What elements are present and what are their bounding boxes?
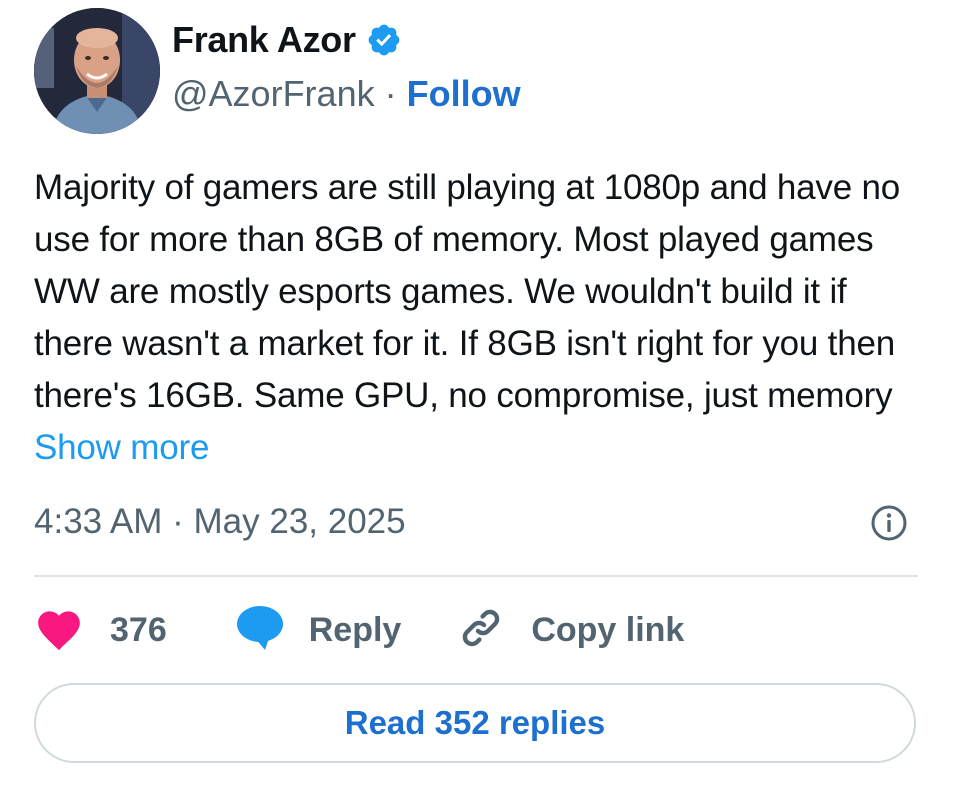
tweet-timestamp[interactable]: 4:33 AM · May 23, 2025	[34, 498, 406, 546]
like-count: 376	[110, 610, 167, 649]
avatar[interactable]	[34, 8, 160, 134]
author-display-name[interactable]: Frank Azor	[172, 19, 356, 61]
handle-separator: ·	[384, 73, 397, 114]
copy-link-button[interactable]: Copy link	[457, 604, 684, 657]
tweet-actions: 376 Reply Copy link	[34, 600, 684, 660]
tweet-body: Majority of gamers are still playing at …	[34, 168, 901, 415]
reply-label: Reply	[308, 610, 402, 649]
author-name-row: Frank Azor	[172, 16, 402, 64]
read-replies-button[interactable]: Read 352 replies	[34, 683, 916, 763]
show-more-link[interactable]: Show more	[34, 428, 209, 467]
heart-icon	[34, 605, 84, 656]
info-icon[interactable]	[870, 504, 908, 542]
read-replies-label: Read 352 replies	[344, 704, 606, 741]
link-icon	[457, 604, 505, 657]
follow-button[interactable]: Follow	[407, 73, 521, 115]
reply-button[interactable]: Reply	[235, 604, 402, 657]
tweet-text: Majority of gamers are still playing at …	[34, 162, 914, 474]
verified-badge-icon	[366, 22, 402, 58]
author-handle-row: @AzorFrank · Follow	[172, 70, 521, 118]
copy-link-label: Copy link	[531, 610, 685, 649]
divider	[34, 575, 918, 577]
speech-bubble-icon	[235, 604, 285, 657]
tweet-card: Frank Azor @AzorFrank · Follow Majority …	[0, 0, 960, 789]
like-button[interactable]: 376	[34, 605, 167, 656]
author-handle[interactable]: @AzorFrank	[172, 73, 375, 115]
